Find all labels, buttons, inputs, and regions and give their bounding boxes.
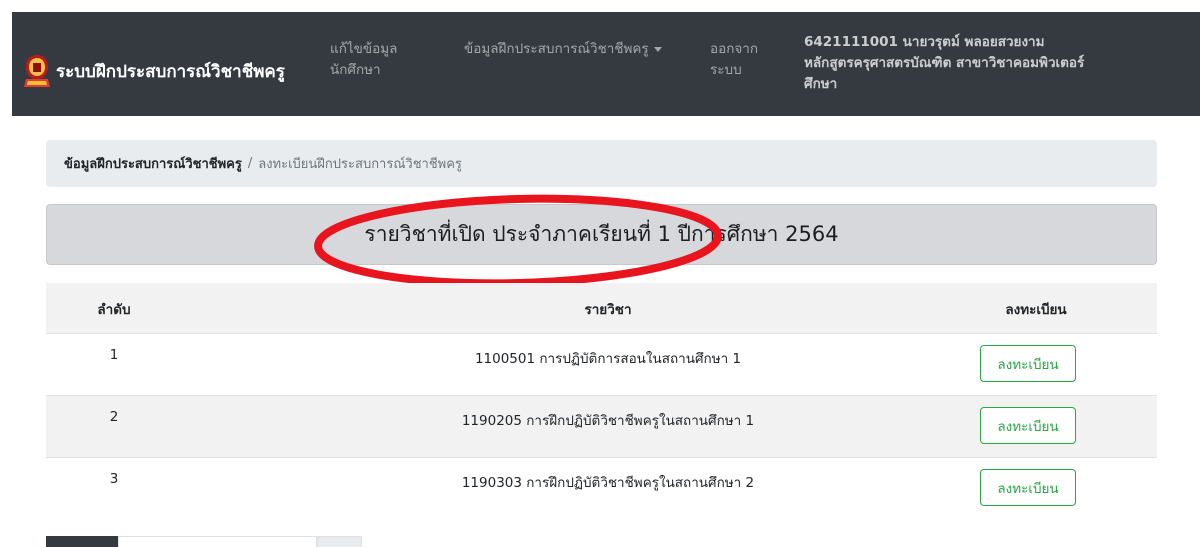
courses-table: ลำดับ รายวิชา ลงทะเบียน 1 1100501 การปฏิ… — [46, 283, 1157, 519]
header-no: ลำดับ — [97, 302, 131, 318]
caret-down-icon — [653, 46, 662, 52]
nav-edit-line1: แก้ไขข้อมูล — [330, 41, 398, 57]
row-number: 2 — [109, 409, 119, 425]
course-name: 1190205 การฝึกปฏิบัติวิชาชีพครูในสถานศึก… — [461, 413, 755, 429]
user-program-cont: ศึกษา — [804, 76, 838, 92]
table-header-row: ลำดับ รายวิชา ลงทะเบียน — [46, 283, 1157, 333]
table-row: 2 1190205 การฝึกปฏิบัติวิชาชีพครูในสถานศ… — [46, 395, 1157, 457]
header-subject: รายวิชา — [584, 302, 632, 318]
register-button[interactable]: ลงทะเบียน — [980, 469, 1076, 506]
highlight-ellipse-annotation — [314, 194, 722, 288]
university-emblem-icon — [24, 55, 50, 87]
user-id-name: 6421111001 นายวรุตม์ พลอยสวยงาม — [804, 34, 1045, 50]
brand-title: ระบบฝึกประสบการณ์วิชาชีพครู — [56, 61, 285, 82]
pagination — [46, 536, 362, 547]
course-name: 1190303 การฝึกปฏิบัติวิชาชีพครูในสถานศึก… — [461, 475, 755, 491]
table-row: 3 1190303 การฝึกปฏิบัติวิชาชีพครูในสถานศ… — [46, 457, 1157, 519]
row-number: 1 — [109, 347, 119, 363]
navbar-brand[interactable]: ระบบฝึกประสบการณ์วิชาชีพครู — [24, 52, 285, 90]
nav-logout[interactable]: ออกจาก ระบบ — [710, 39, 758, 81]
header-register: ลงทะเบียน — [1005, 302, 1067, 318]
pagination-item-active[interactable] — [46, 536, 118, 547]
nav-training-dropdown[interactable]: ข้อมูลฝึกประสบการณ์วิชาชีพครู — [464, 39, 662, 60]
pagination-item[interactable] — [118, 536, 317, 547]
breadcrumb: ข้อมูลฝึกประสบการณ์วิชาชีพครู / ลงทะเบีย… — [46, 140, 1157, 187]
navbar: ระบบฝึกประสบการณ์วิชาชีพครู แก้ไขข้อมูล … — [12, 12, 1200, 116]
user-program: หลักสูตรครุศาสตรบัณฑิต สาขาวิชาคอมพิวเตอ… — [804, 55, 1085, 71]
nav-edit-student-info[interactable]: แก้ไขข้อมูล นักศึกษา — [330, 39, 397, 81]
breadcrumb-parent-link[interactable]: ข้อมูลฝึกประสบการณ์วิชาชีพครู — [64, 153, 242, 174]
nav-logout-line1: ออกจาก — [710, 41, 759, 57]
register-button[interactable]: ลงทะเบียน — [980, 407, 1076, 444]
pagination-item[interactable] — [317, 536, 362, 547]
breadcrumb-current: ลงทะเบียนฝึกประสบการณ์วิชาชีพครู — [258, 157, 462, 172]
register-button[interactable]: ลงทะเบียน — [980, 345, 1076, 382]
table-row: 1 1100501 การปฏิบัติการสอนในสถานศึกษา 1 … — [46, 333, 1157, 395]
nav-edit-line2: นักศึกษา — [330, 62, 381, 78]
row-number: 3 — [109, 471, 119, 487]
user-info: 6421111001 นายวรุตม์ พลอยสวยงาม หลักสูตร… — [804, 32, 1084, 95]
nav-logout-line2: ระบบ — [710, 62, 742, 78]
nav-training-label: ข้อมูลฝึกประสบการณ์วิชาชีพครู — [464, 41, 649, 57]
course-name: 1100501 การปฏิบัติการสอนในสถานศึกษา 1 — [474, 351, 742, 367]
breadcrumb-separator: / — [247, 156, 253, 171]
